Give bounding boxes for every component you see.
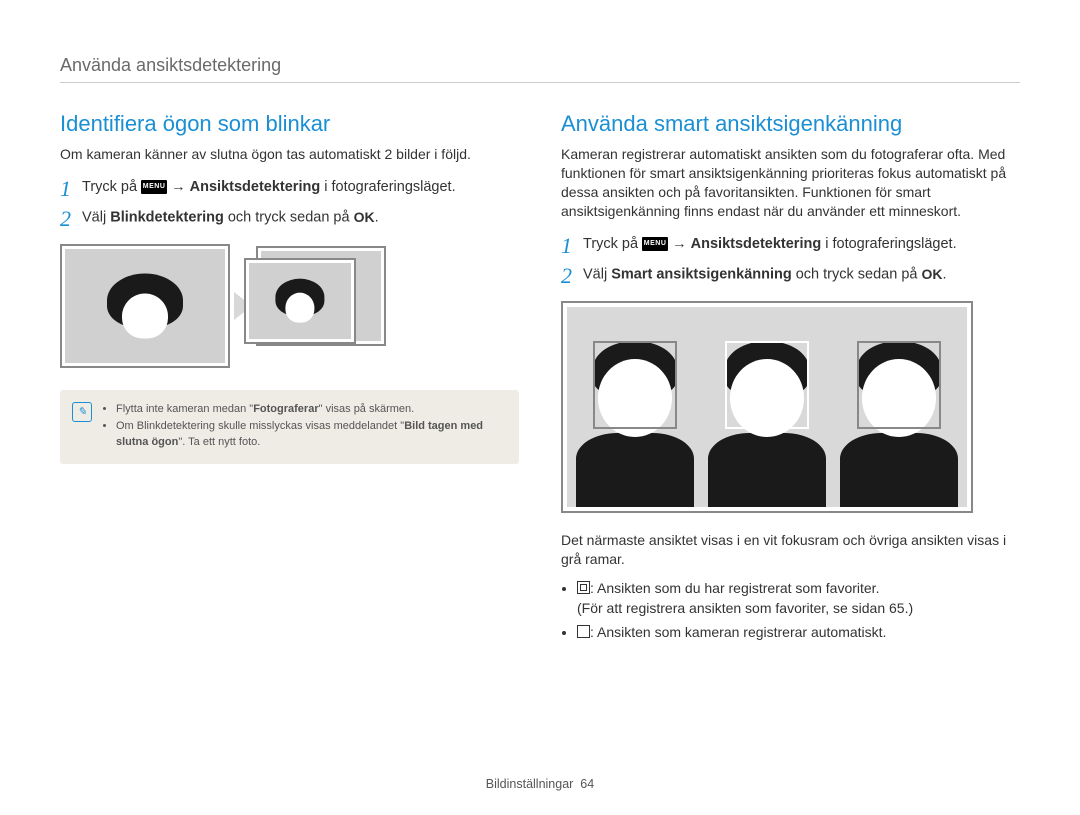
left-step-2: 2 Välj Blinkdetektering och tryck sedan … bbox=[60, 208, 519, 230]
bullet-item: : Ansikten som du har registrerat som fa… bbox=[577, 578, 1020, 619]
illustration-person bbox=[569, 323, 701, 507]
ok-icon: OK bbox=[921, 265, 942, 284]
bullet-item: : Ansikten som kameran registrerar autom… bbox=[577, 622, 1020, 642]
right-step-1: 1 Tryck på MENU → Ansiktsdetektering i f… bbox=[561, 235, 1020, 257]
note-item: Flytta inte kameran medan "Fotograferar"… bbox=[116, 402, 505, 417]
menu-icon: MENU bbox=[141, 180, 167, 194]
page-footer: Bildinställningar 64 bbox=[0, 777, 1080, 791]
footer-section: Bildinställningar bbox=[486, 777, 574, 791]
step-number: 1 bbox=[561, 235, 583, 257]
note-item: Om Blinkdetektering skulle misslyckas vi… bbox=[116, 419, 505, 450]
illustration-person bbox=[833, 323, 965, 507]
note-box: ✎ Flytta inte kameran medan "Fotografera… bbox=[60, 390, 519, 464]
left-column: Identifiera ögon som blinkar Om kameran … bbox=[60, 111, 519, 647]
step-text: Tryck på MENU → Ansiktsdetektering i fot… bbox=[82, 178, 456, 198]
menu-icon: MENU bbox=[642, 237, 668, 251]
left-intro: Om kameran känner av slutna ögon tas aut… bbox=[60, 145, 519, 164]
illustration-person bbox=[701, 323, 833, 507]
left-heading: Identifiera ögon som blinkar bbox=[60, 111, 519, 137]
right-intro: Kameran registrerar automatiskt ansikten… bbox=[561, 145, 1020, 221]
step-text: Tryck på MENU → Ansiktsdetektering i fot… bbox=[583, 235, 957, 255]
photo-frame bbox=[60, 244, 230, 368]
page-header: Använda ansiktsdetektering bbox=[60, 55, 1020, 83]
right-bullets: : Ansikten som du har registrerat som fa… bbox=[561, 578, 1020, 643]
step-number: 2 bbox=[561, 265, 583, 287]
auto-frame-icon bbox=[577, 625, 590, 638]
blink-illustration bbox=[60, 244, 519, 368]
ok-icon: OK bbox=[354, 208, 375, 227]
right-heading: Använda smart ansiktsigenkänning bbox=[561, 111, 1020, 137]
header-title: Använda ansiktsdetektering bbox=[60, 55, 281, 75]
favorite-frame-icon bbox=[577, 581, 590, 594]
note-icon: ✎ bbox=[72, 402, 92, 422]
left-step-1: 1 Tryck på MENU → Ansiktsdetektering i f… bbox=[60, 178, 519, 200]
footer-page: 64 bbox=[580, 777, 594, 791]
photo-frame bbox=[244, 258, 356, 344]
step-text: Välj Blinkdetektering och tryck sedan på… bbox=[82, 208, 379, 228]
faces-illustration bbox=[561, 301, 973, 513]
right-step-2: 2 Välj Smart ansiktsigenkänning och tryc… bbox=[561, 265, 1020, 287]
right-caption: Det närmaste ansiktet visas i en vit fok… bbox=[561, 531, 1020, 570]
step-number: 1 bbox=[60, 178, 82, 200]
right-column: Använda smart ansiktsigenkänning Kameran… bbox=[561, 111, 1020, 647]
step-number: 2 bbox=[60, 208, 82, 230]
step-text: Välj Smart ansiktsigenkänning och tryck … bbox=[583, 265, 947, 285]
